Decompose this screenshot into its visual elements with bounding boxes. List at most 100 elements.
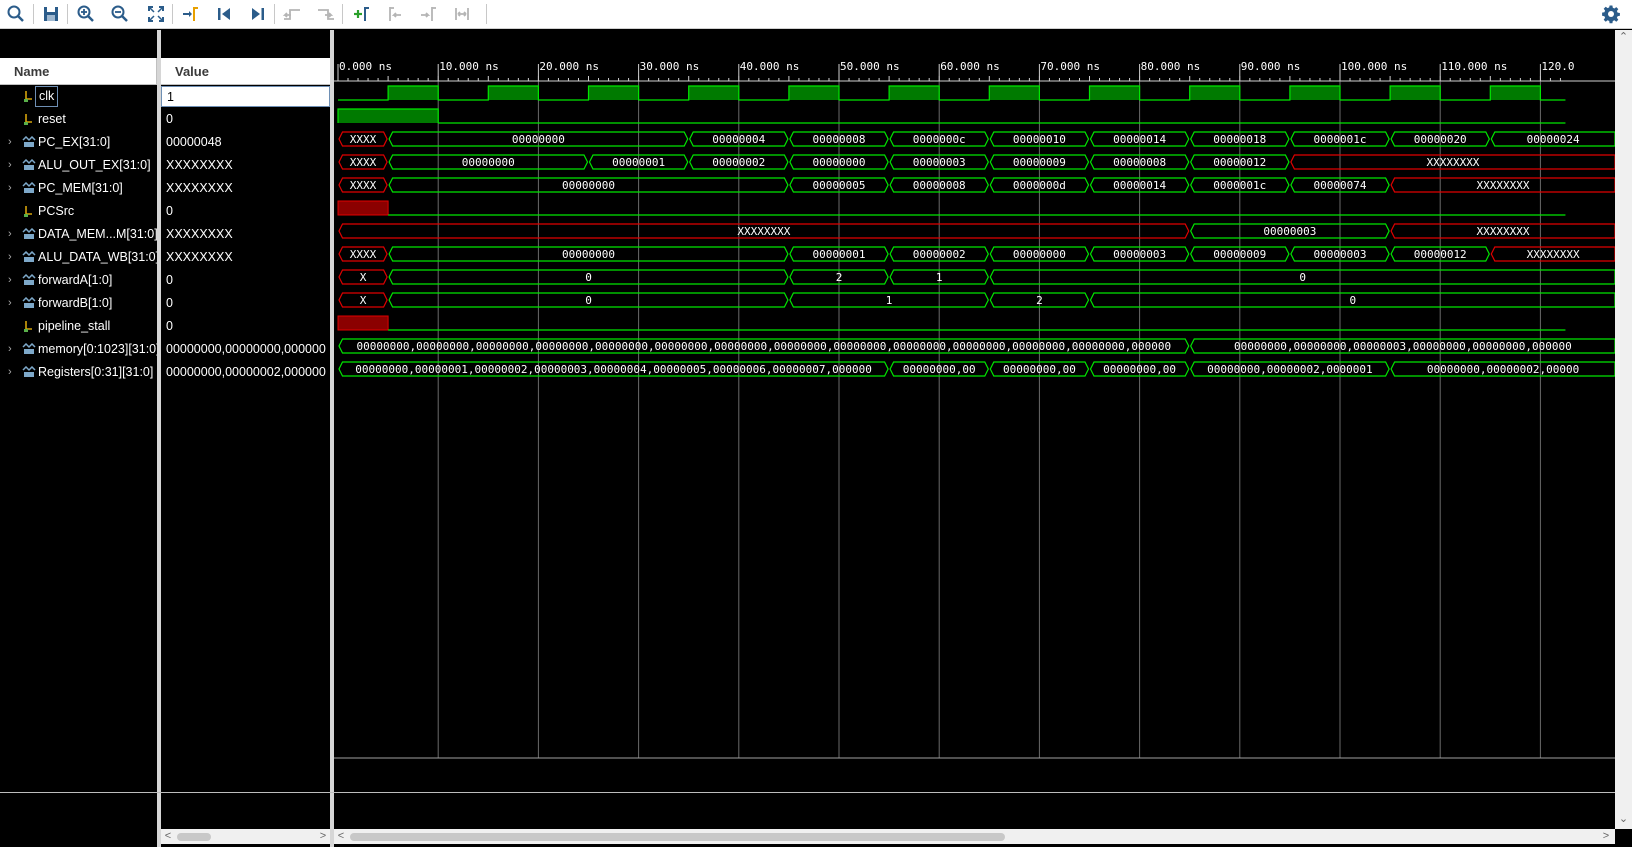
- add-marker-icon[interactable]: [349, 2, 373, 26]
- reset-high-segment: [338, 109, 439, 123]
- signal-name-row[interactable]: › ALU_DATA_WB[31:0]: [0, 246, 157, 269]
- go-to-time-zero-icon[interactable]: [212, 2, 236, 26]
- signal-name-row[interactable]: › forwardA[1:0]: [0, 269, 157, 292]
- bus-value-label: 1: [886, 294, 893, 307]
- scroll-left-icon[interactable]: <: [161, 829, 175, 844]
- scrollbar-thumb[interactable]: [350, 833, 1005, 841]
- next-marker-icon[interactable]: [416, 2, 440, 26]
- bus-signal-icon: [22, 343, 36, 354]
- signal-value: 0: [166, 319, 173, 333]
- signal-name: PC_MEM[31:0]: [38, 181, 123, 195]
- next-transition-icon[interactable]: [314, 2, 338, 26]
- clk-high-pulse: [788, 86, 839, 100]
- bus-value-label: 00000000,00000000,00000003,00000000,0000…: [1234, 340, 1572, 353]
- bus-value-label: 00000000: [1013, 248, 1066, 261]
- scroll-up-icon[interactable]: ⌃: [1615, 30, 1632, 43]
- wave-vertical-scrollbar[interactable]: ⌃ ⌄: [1615, 30, 1632, 829]
- expand-chevron-icon[interactable]: ›: [8, 269, 18, 292]
- bus-value-label: 2: [1036, 294, 1043, 307]
- signal-name-row[interactable]: pipeline_stall: [0, 315, 157, 338]
- bit-signal-icon: [24, 206, 32, 217]
- time-tick-label: 40.000 ns: [740, 60, 800, 73]
- value-horizontal-scrollbar[interactable]: < >: [161, 829, 330, 844]
- zoom-out-icon[interactable]: [108, 2, 132, 26]
- bus-value-label: 0000001c: [1314, 133, 1367, 146]
- signal-name-row[interactable]: › PC_MEM[31:0]: [0, 177, 157, 200]
- bus-value-label: XXXXXXXX: [737, 225, 790, 238]
- swap-cursors-icon[interactable]: [450, 2, 474, 26]
- signal-name: clk: [35, 86, 59, 107]
- expand-chevron-icon[interactable]: ›: [8, 131, 18, 154]
- expand-chevron-icon[interactable]: ›: [8, 177, 18, 200]
- expand-chevron-icon[interactable]: ›: [8, 246, 18, 269]
- signal-value: 1: [161, 86, 330, 107]
- bus-value-label: 0000001c: [1213, 179, 1266, 192]
- zoom-in-icon[interactable]: [74, 2, 98, 26]
- bus-value-label: X: [360, 294, 367, 307]
- scroll-right-icon[interactable]: >: [316, 829, 330, 844]
- signal-name: PC_EX[31:0]: [38, 135, 111, 149]
- bus-signal-icon: [22, 274, 36, 285]
- bus-signal-icon: [22, 159, 36, 170]
- signal-name: ALU_DATA_WB[31:0]: [38, 250, 157, 264]
- bus-value-label: XXXXXXXX: [1426, 156, 1479, 169]
- expand-chevron-icon[interactable]: ›: [8, 361, 18, 384]
- signal-name-row[interactable]: reset: [0, 108, 157, 131]
- save-icon[interactable]: [39, 2, 63, 26]
- signal-name-row[interactable]: PCSrc: [0, 200, 157, 223]
- previous-transition-icon[interactable]: [280, 2, 304, 26]
- gear-icon[interactable]: [1601, 4, 1621, 24]
- signal-value: 0: [166, 273, 173, 287]
- bus-value-label: 00000009: [1213, 248, 1266, 261]
- wave-horizontal-scrollbar[interactable]: < >: [334, 829, 1615, 844]
- bus-value-label: 00000000: [462, 156, 515, 169]
- go-to-last-time-icon[interactable]: [246, 2, 270, 26]
- scroll-down-icon[interactable]: ⌄: [1615, 812, 1632, 825]
- name-column-header[interactable]: Name: [0, 58, 157, 85]
- clk-high-pulse: [588, 86, 639, 100]
- previous-marker-icon[interactable]: [382, 2, 406, 26]
- signal-name-row[interactable]: › forwardB[1:0]: [0, 292, 157, 315]
- signal-name-row[interactable]: › memory[0:1023][31:0]: [0, 338, 157, 361]
- bus-value-label: 00000000,00000002,00000: [1427, 363, 1579, 376]
- bus-value-label: 00000024: [1527, 133, 1580, 146]
- bus-value-label: XXXX: [350, 248, 377, 261]
- go-to-cursor-icon[interactable]: [178, 2, 202, 26]
- signal-name-row[interactable]: › DATA_MEM...M[31:0]: [0, 223, 157, 246]
- bus-value-label: 00000000,00000000,00000000,00000000,0000…: [357, 340, 1172, 353]
- clk-high-pulse: [1289, 86, 1340, 100]
- bus-value-label: 00000000,00: [903, 363, 976, 376]
- signal-name-row[interactable]: clk: [0, 85, 157, 108]
- signal-value: 00000000,00000002,000000: [166, 365, 326, 379]
- clk-high-pulse: [1390, 86, 1441, 100]
- time-tick-label: 20.000 ns: [539, 60, 599, 73]
- expand-chevron-icon[interactable]: ›: [8, 292, 18, 315]
- clk-high-pulse: [989, 86, 1040, 100]
- signal-value: XXXXXXXX: [166, 250, 233, 264]
- signal-name-row[interactable]: › Registers[0:31][31:0]: [0, 361, 157, 384]
- scroll-right-icon[interactable]: >: [1599, 829, 1613, 844]
- signal-name-row[interactable]: › PC_EX[31:0]: [0, 131, 157, 154]
- bit-signal-icon: [24, 91, 32, 102]
- expand-chevron-icon[interactable]: ›: [8, 223, 18, 246]
- bus-value-label: 00000003: [1314, 248, 1367, 261]
- value-column-header[interactable]: Value: [161, 58, 330, 85]
- bus-value-label: 00000001: [612, 156, 665, 169]
- waveform-panel[interactable]: 0.000 ns 10.000 ns 20.000 ns 30.000 ns 40.00…: [334, 30, 1615, 792]
- bus-value-label: 00000000: [512, 133, 565, 146]
- search-icon[interactable]: [4, 2, 28, 26]
- expand-chevron-icon[interactable]: ›: [8, 154, 18, 177]
- bus-signal-icon: [22, 366, 36, 377]
- panel-bottom-divider: [0, 792, 1615, 793]
- scrollbar-thumb[interactable]: [177, 833, 211, 841]
- scroll-left-icon[interactable]: <: [334, 829, 348, 844]
- bus-value-label: 00000012: [1213, 156, 1266, 169]
- zoom-fit-icon[interactable]: [144, 2, 168, 26]
- signal-name-row[interactable]: › ALU_OUT_EX[31:0]: [0, 154, 157, 177]
- bus-value-label: 1: [936, 271, 943, 284]
- expand-chevron-icon[interactable]: ›: [8, 338, 18, 361]
- bus-value-label: 00000000,00000001,00000002,00000003,0000…: [355, 363, 872, 376]
- bus-value-label: 00000000: [562, 248, 615, 261]
- toolbar-separator: [274, 4, 275, 24]
- toolbar-separator: [67, 4, 68, 24]
